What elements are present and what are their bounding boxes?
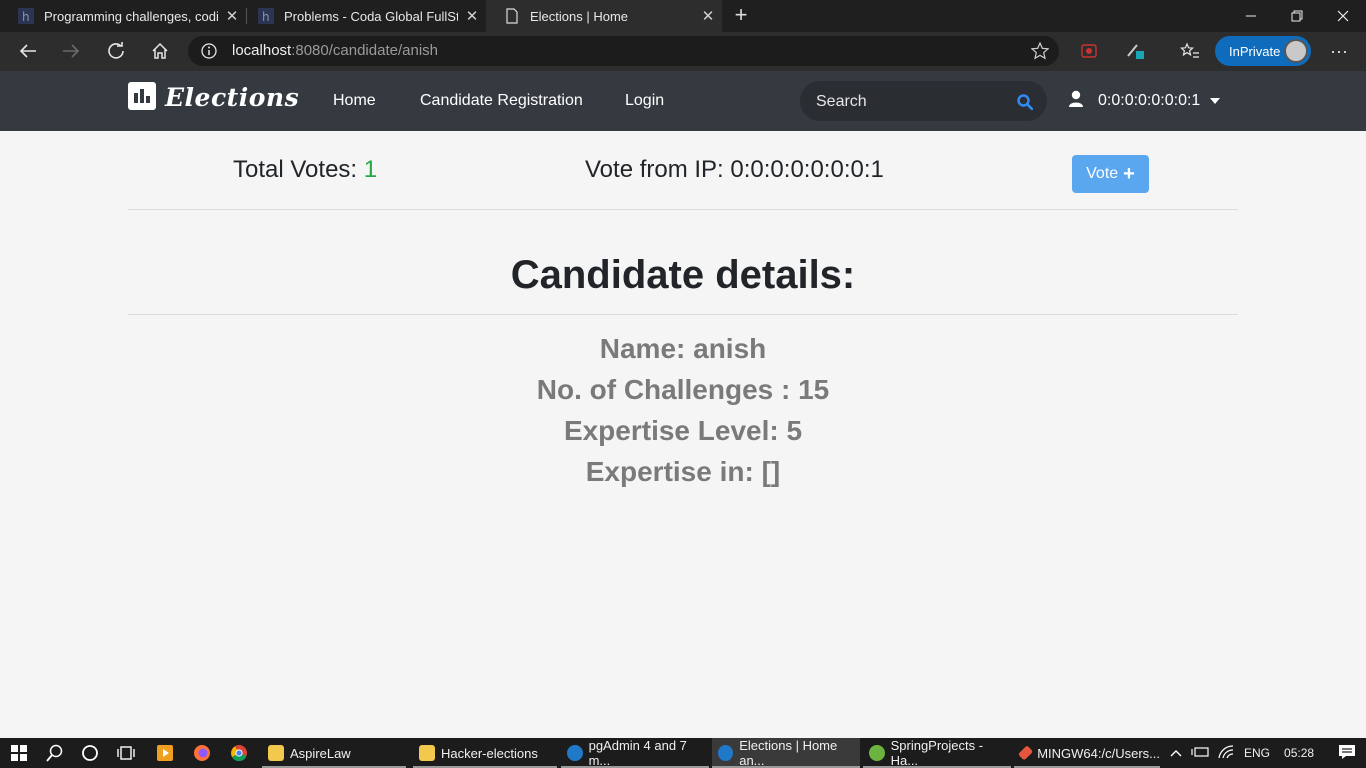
task-view-icon[interactable]: [116, 743, 136, 763]
profile-avatar: [1284, 39, 1308, 63]
url-text: localhost:8080/candidate/anish: [232, 42, 438, 59]
notifications-icon[interactable]: [1338, 744, 1356, 763]
url-field[interactable]: localhost:8080/candidate/anish: [188, 36, 1059, 66]
hackerearth-favicon-icon: h: [18, 8, 34, 24]
favorites-icon[interactable]: [1175, 37, 1205, 65]
taskbar-app-pgadmin[interactable]: pgAdmin 4 and 7 m...: [561, 738, 709, 768]
battery-icon[interactable]: [1191, 746, 1209, 761]
nav-home-link[interactable]: Home: [333, 92, 376, 110]
back-icon[interactable]: [13, 37, 43, 65]
total-votes: Total Votes: 1: [233, 156, 377, 184]
taskbar-app-label: Elections | Home an...: [739, 738, 838, 768]
taskbar-app-springprojects[interactable]: SpringProjects - Ha...: [863, 738, 1011, 768]
taskbar-app-hacker-elections[interactable]: Hacker-elections: [413, 738, 557, 768]
taskbar-app-mingw64[interactable]: MINGW64:/c/Users...: [1014, 738, 1160, 768]
vote-button-label: Vote: [1086, 165, 1119, 182]
user-label: 0:0:0:0:0:0:0:1: [1098, 92, 1201, 109]
tab-title: Programming challenges, coding: [44, 8, 218, 24]
app-navbar: Elections Home Candidate Registration Lo…: [0, 71, 1366, 131]
browser-tab-bar: h Programming challenges, coding ✕ h Pro…: [0, 0, 1366, 32]
hackerearth-favicon-icon: h: [258, 8, 274, 24]
nav-candidate-registration-link[interactable]: Candidate Registration: [420, 92, 583, 110]
folder-icon: [419, 745, 435, 761]
browser-tab[interactable]: h Problems - Coda Global FullStack ✕: [240, 0, 486, 32]
tab-title: Problems - Coda Global FullStack: [284, 8, 458, 24]
plus-icon: +: [1123, 163, 1135, 185]
search-icon[interactable]: [1017, 94, 1034, 115]
git-icon: [1017, 745, 1034, 761]
screen-recording-icon[interactable]: [1074, 37, 1104, 65]
user-icon: [1068, 90, 1084, 113]
edge-icon: [718, 745, 734, 761]
clock-time[interactable]: 05:28: [1284, 746, 1314, 760]
inprivate-label: InPrivate: [1229, 43, 1281, 59]
taskbar-app-elections[interactable]: Elections | Home an...: [712, 738, 860, 768]
media-player-icon[interactable]: [155, 743, 175, 763]
close-window-button[interactable]: [1320, 0, 1366, 32]
total-votes-count: 1: [363, 156, 378, 183]
taskbar-app-label: MINGW64:/c/Users...: [1037, 745, 1160, 761]
site-info-icon[interactable]: [201, 43, 217, 64]
chevron-down-icon: [1210, 98, 1221, 104]
browser-tab[interactable]: h Programming challenges, coding ✕: [0, 0, 246, 32]
page-icon: [504, 8, 520, 24]
search-icon[interactable]: [45, 743, 65, 763]
svg-text:h: h: [22, 10, 30, 24]
candidate-expertise-level: Expertise Level: 5: [563, 415, 803, 446]
bar-chart-logo-icon[interactable]: [128, 82, 156, 110]
vote-ip-text: Vote from IP: 0:0:0:0:0:0:0:1: [585, 156, 884, 183]
close-tab-icon[interactable]: ✕: [694, 7, 722, 25]
spring-icon: [869, 745, 885, 761]
search-input[interactable]: [816, 91, 1006, 113]
edge-icon: [567, 745, 583, 761]
forward-icon[interactable]: [56, 37, 86, 65]
windows-start-icon[interactable]: [9, 743, 29, 763]
home-icon[interactable]: [145, 37, 175, 65]
chrome-icon[interactable]: [229, 743, 249, 763]
total-votes-label: Total Votes:: [233, 156, 358, 183]
windows-taskbar: AspireLaw Hacker-elections pgAdmin 4 and…: [0, 738, 1366, 768]
extension-icon[interactable]: [1120, 37, 1150, 65]
wifi-icon[interactable]: [1218, 744, 1234, 762]
taskbar-app-label: Hacker-elections: [441, 745, 538, 761]
new-tab-button[interactable]: +: [730, 3, 752, 29]
divider: [128, 209, 1238, 210]
taskbar-app-label: pgAdmin 4 and 7 m...: [588, 738, 687, 768]
browser-tab-active[interactable]: Elections | Home ✕: [486, 0, 722, 32]
restore-button[interactable]: [1274, 0, 1320, 32]
nav-login-link[interactable]: Login: [625, 92, 664, 110]
minimize-button[interactable]: [1228, 0, 1274, 32]
more-options-icon[interactable]: ···: [1324, 37, 1354, 65]
system-tray: ENG 05:28: [1170, 738, 1356, 768]
favorite-star-icon[interactable]: [1030, 41, 1050, 65]
candidate-details-heading: Candidate details:: [510, 253, 856, 297]
taskbar-app-label: SpringProjects - Ha...: [890, 738, 984, 768]
candidate-name: Name: anish: [599, 333, 767, 364]
browser-address-bar: localhost:8080/candidate/anish InPrivate…: [0, 32, 1366, 71]
language-indicator[interactable]: ENG: [1244, 746, 1270, 760]
chevron-up-icon[interactable]: [1170, 746, 1182, 760]
candidate-challenges: No. of Challenges : 15: [536, 374, 830, 405]
taskbar-app-label: AspireLaw: [290, 745, 351, 761]
taskbar-app-aspirelaw[interactable]: AspireLaw: [262, 738, 406, 768]
user-dropdown[interactable]: 0:0:0:0:0:0:0:1: [1068, 90, 1221, 113]
firefox-icon[interactable]: [192, 743, 212, 763]
vote-button[interactable]: Vote +: [1072, 155, 1149, 193]
folder-icon: [268, 745, 284, 761]
svg-text:h: h: [262, 10, 270, 24]
cortana-icon[interactable]: [80, 743, 100, 763]
refresh-icon[interactable]: [101, 37, 131, 65]
brand-title[interactable]: Elections: [165, 83, 299, 112]
close-tab-icon[interactable]: ✕: [458, 7, 486, 25]
tab-title: Elections | Home: [530, 8, 629, 24]
search-box: [800, 81, 1047, 121]
inprivate-button[interactable]: InPrivate: [1215, 36, 1311, 66]
candidate-expertise-in: Expertise in: []: [585, 456, 781, 487]
divider: [128, 314, 1238, 315]
